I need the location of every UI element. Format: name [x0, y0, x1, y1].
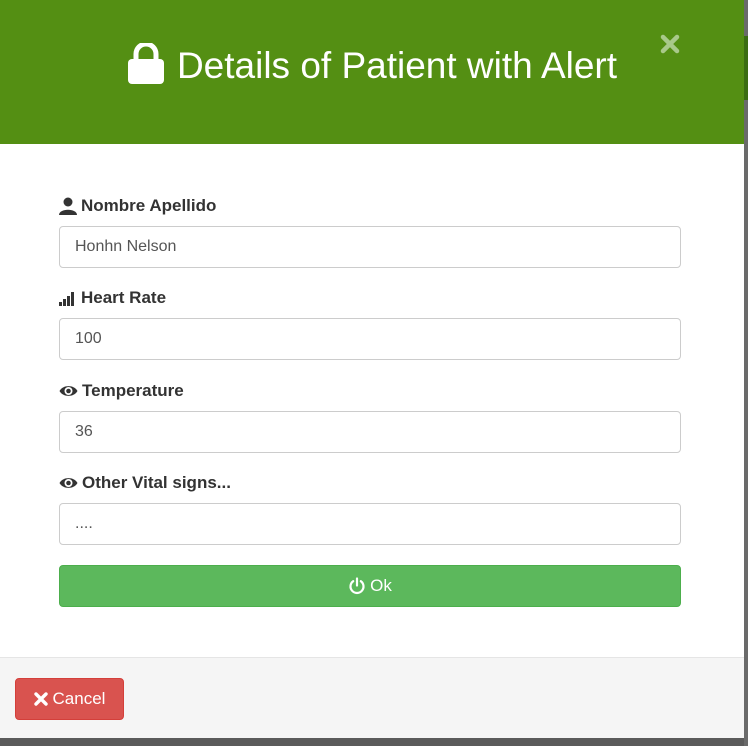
temperature-field[interactable] [59, 411, 681, 453]
background-page [744, 0, 748, 746]
temperature-label: Temperature [59, 379, 184, 403]
eye-icon [59, 478, 78, 488]
signal-icon [59, 292, 74, 306]
patient-alert-modal: Details of Patient with Alert Nombre Ape… [0, 0, 744, 738]
ok-button-label: Ok [370, 576, 392, 595]
heart-rate-label: Heart Rate [59, 286, 166, 310]
other-vitals-field[interactable] [59, 503, 681, 545]
name-label-text: Nombre Apellido [81, 196, 217, 215]
name-label: Nombre Apellido [59, 194, 216, 218]
power-icon [349, 577, 365, 595]
other-vitals-label-text: Other Vital signs... [82, 473, 231, 492]
modal-footer: Cancel [0, 657, 744, 738]
modal-title-text: Details of Patient with Alert [176, 45, 618, 86]
user-icon [59, 197, 77, 215]
modal-body: Nombre Apellido Heart Rate Temperature [0, 144, 744, 657]
lock-icon [127, 41, 165, 97]
name-field[interactable] [59, 226, 681, 268]
cancel-button[interactable]: Cancel [15, 678, 124, 720]
heart-rate-field[interactable] [59, 318, 681, 360]
close-icon[interactable] [656, 30, 684, 58]
remove-icon [33, 692, 48, 706]
heart-rate-label-text: Heart Rate [81, 288, 167, 307]
ok-button[interactable]: Ok [59, 565, 681, 607]
temperature-label-text: Temperature [82, 381, 184, 400]
eye-icon [59, 386, 78, 396]
cancel-button-label: Cancel [52, 689, 106, 708]
modal-title: Details of Patient with Alert [0, 41, 744, 97]
modal-header: Details of Patient with Alert [0, 0, 744, 144]
other-vitals-label: Other Vital signs... [59, 471, 231, 495]
